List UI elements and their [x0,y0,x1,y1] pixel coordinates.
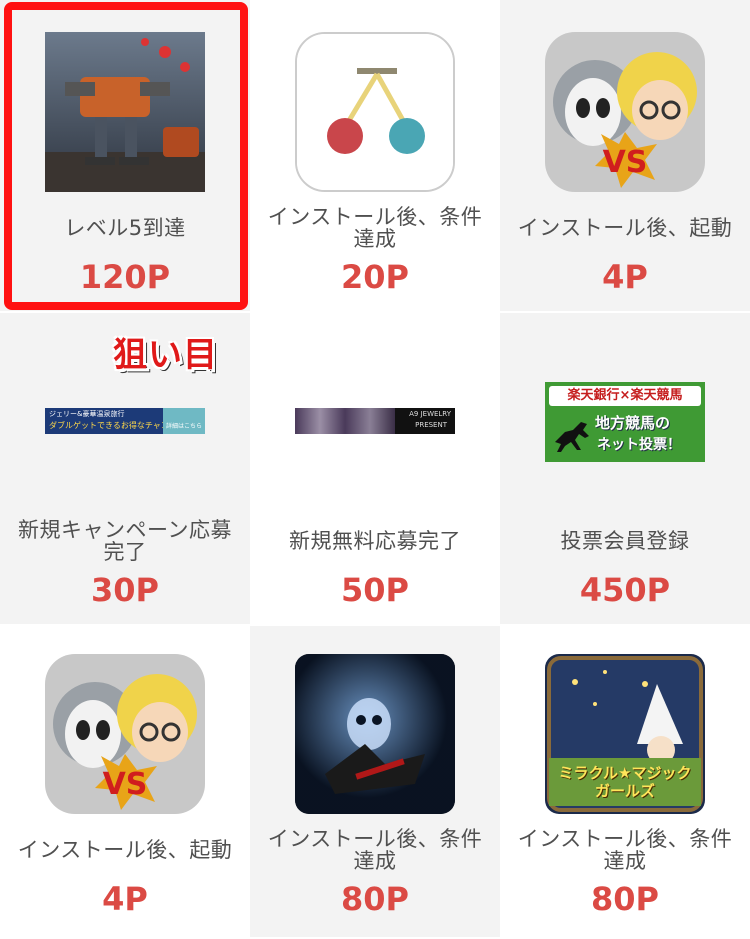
offer-card[interactable]: インストール後、条件達成 20P [250,0,500,311]
offer-points: 4P [102,880,148,918]
offer-points: 4P [602,258,648,296]
offer-condition: 新規無料応募完了 [289,529,461,553]
campaign-banner: ジェリー&豪華温泉旅行 ダブルゲットできるお得なチャンス 詳細はこちら [45,408,205,434]
svg-text:VS: VS [603,145,648,180]
offer-condition: 新規キャンペーン応募完了 [18,518,232,564]
jewelry-banner: A9 JEWELRY PRESENT [295,408,455,434]
banner-text: ダブルゲットできるお得なチャンス [49,421,177,430]
offer-condition: インストール後、起動 [17,838,233,862]
offer-grid: レベル5到達 120P インストール後、条件達成 20P VS インストール後、… [0,0,750,939]
offer-points: 120P [79,258,171,296]
banner-detail-button: 詳細はこちら [163,408,205,434]
offer-points: 30P [91,571,159,609]
offer-card[interactable]: A9 JEWELRY PRESENT 新規無料応募完了 50P [250,313,500,624]
offer-card[interactable]: ミラクル★マジックガールズ インストール後、条件達成 80P [500,626,750,937]
cherry-app-icon [295,32,455,192]
vs-game-icon: VS [545,32,705,192]
offer-condition: インストール後、条件達成 [267,827,483,873]
keiba-banner: 楽天銀行×楽天競馬 地方競馬の ネット投票！ [545,382,705,462]
offer-points: 50P [341,571,409,609]
magic-girls-game-icon: ミラクル★マジックガールズ [545,654,705,814]
offer-points: 450P [579,571,671,609]
horse-icon [555,422,589,452]
banner-text: ジェリー&豪華温泉旅行 [49,410,125,418]
banner-text: PRESENT [415,421,447,429]
offer-points: 20P [341,258,409,296]
vs-game-icon: VS [45,654,205,814]
offer-card[interactable]: VS インストール後、起動 4P [0,626,250,937]
dark-game-icon [295,654,455,814]
svg-text:VS: VS [103,767,148,802]
banner-text: 地方競馬の [595,414,671,432]
offer-condition: インストール後、条件達成 [267,205,483,251]
annotation-label: 狙い目 [113,335,218,375]
banner-text: 楽天銀行×楽天競馬 [549,386,701,406]
offer-condition: インストール後、条件達成 [517,827,733,873]
offer-condition: インストール後、起動 [517,216,733,240]
robot-game-icon [45,32,205,192]
banner-text: A9 JEWELRY [409,410,451,418]
offer-card[interactable]: インストール後、条件達成 80P [250,626,500,937]
offer-card[interactable]: VS インストール後、起動 4P [500,0,750,311]
offer-condition: レベル5到達 [64,216,186,240]
offer-card[interactable]: レベル5到達 120P [0,0,250,311]
banner-text: ネット投票！ [597,437,681,453]
offer-points: 80P [341,880,409,918]
offer-card[interactable]: 楽天銀行×楽天競馬 地方競馬の ネット投票！ 投票会員登録 450P [500,313,750,624]
offer-condition: 投票会員登録 [560,529,690,553]
icon-text: ミラクル★マジックガールズ [558,764,692,800]
offer-points: 80P [591,880,659,918]
